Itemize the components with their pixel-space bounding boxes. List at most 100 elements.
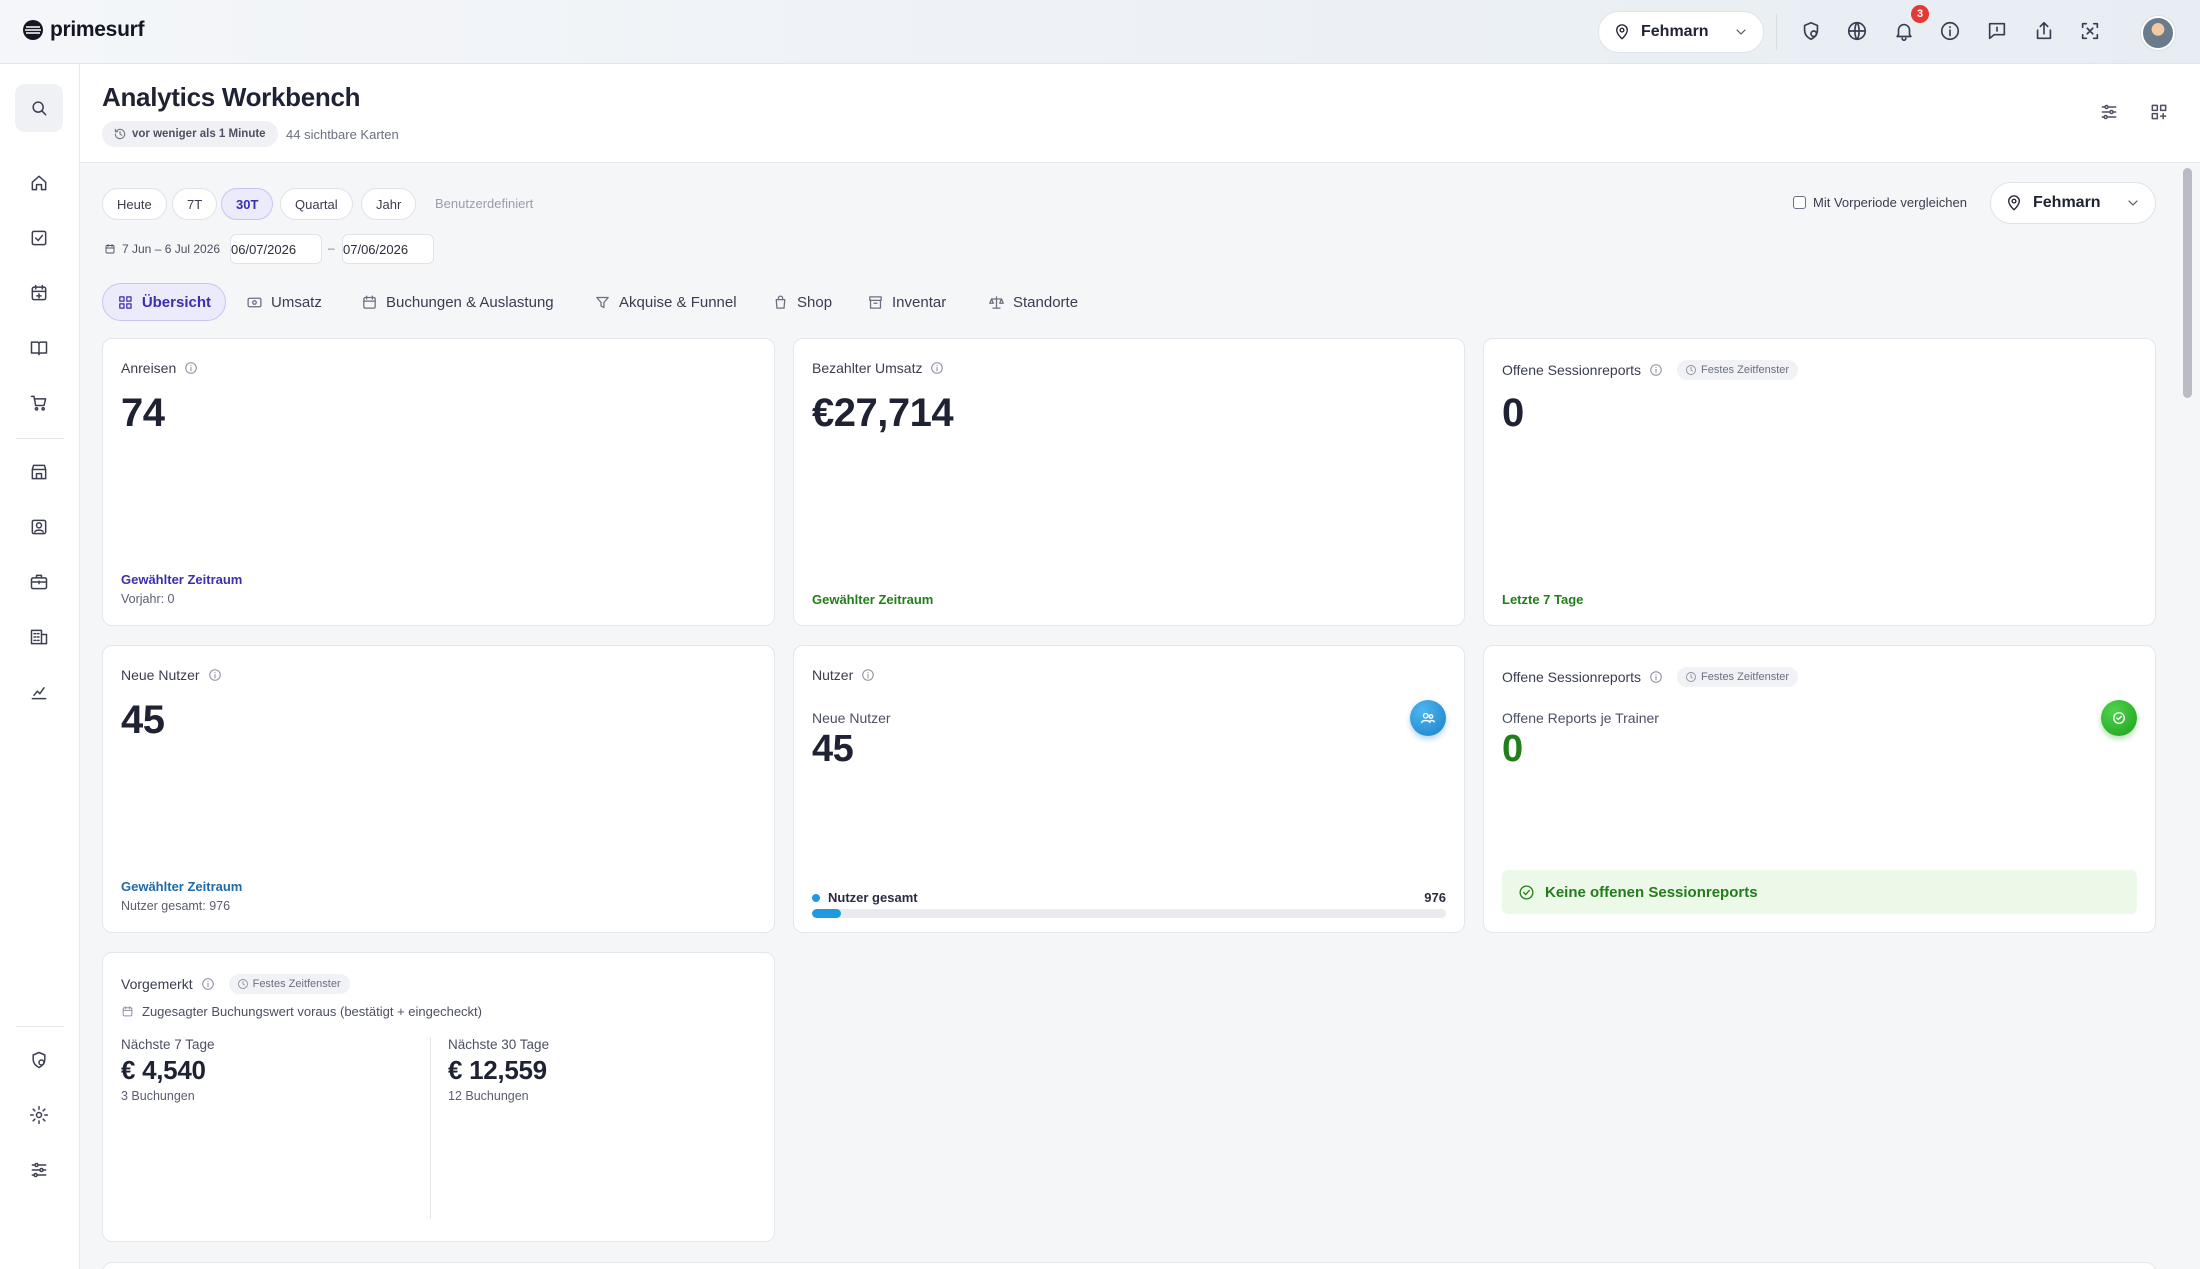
card-total-users: Nutzer gesamt: 976: [121, 899, 231, 913]
date-to-input[interactable]: [342, 234, 434, 264]
fixed-window-chip: Festes Zeitfenster: [228, 974, 350, 994]
check-circle-icon: [2101, 700, 2137, 736]
card-period: Gewählter Zeitraum: [812, 592, 934, 607]
calendar-icon: [105, 244, 115, 254]
clock-icon: [1686, 672, 1696, 682]
reserved-card[interactable]: Vorgemerkt Festes Zeitfenster Zugesagter…: [102, 952, 775, 1242]
tab-label: Akquise & Funnel: [619, 293, 737, 311]
card-description-text: Zugesagter Buchungswert voraus (bestätig…: [142, 1004, 482, 1019]
card-title: Neue Nutzer: [121, 667, 222, 683]
sliders-icon[interactable]: [20, 1151, 58, 1189]
info-icon[interactable]: [184, 361, 198, 375]
users-icon: [1410, 700, 1446, 736]
location-select[interactable]: Fehmarn: [1990, 182, 2156, 224]
book-icon[interactable]: [20, 329, 58, 367]
open-reports-per-trainer-card[interactable]: Offene Sessionreports Festes Zeitfenster…: [1483, 645, 2156, 933]
card-comparison: Vorjahr: 0: [121, 592, 175, 606]
tab-acquisition[interactable]: Akquise & Funnel: [594, 283, 737, 321]
card-title-text: Neue Nutzer: [121, 667, 200, 683]
card-value: €27,714: [812, 391, 954, 435]
new-users-card[interactable]: Neue Nutzer 45 Gewählter Zeitraum Nutzer…: [102, 645, 775, 933]
range-30d-button[interactable]: 30T: [221, 188, 274, 220]
next-7-days-column: Nächste 7 Tage € 4,540 3 Buchungen: [121, 1037, 215, 1103]
bag-icon: [775, 295, 786, 309]
last-updated-chip: vor weniger als 1 Minute: [102, 121, 278, 147]
info-icon[interactable]: [861, 668, 875, 682]
info-icon[interactable]: [1649, 670, 1663, 684]
range-year-button[interactable]: Jahr: [361, 188, 417, 220]
tab-overview[interactable]: Übersicht: [102, 283, 226, 321]
progress-track: [812, 909, 1446, 918]
card-period: Letzte 7 Tage: [1502, 592, 1584, 607]
info-icon[interactable]: [208, 668, 222, 682]
progress-fill: [812, 909, 842, 918]
history-icon: [113, 127, 127, 141]
tab-inventory[interactable]: Inventar: [867, 283, 946, 321]
card-title: Offene Sessionreports Festes Zeitfenster: [1502, 667, 1799, 687]
info-icon[interactable]: [1649, 363, 1663, 377]
location-switcher[interactable]: Fehmarn: [1598, 11, 1764, 53]
tab-label: Umsatz: [271, 293, 322, 311]
gear-icon[interactable]: [20, 1096, 58, 1134]
add-widget-icon[interactable]: [2149, 102, 2171, 124]
compare-checkbox[interactable]: [1793, 196, 1806, 209]
date-from-input[interactable]: [230, 234, 322, 264]
date-range-summary: 7 Jun – 6 Jul 2026: [104, 242, 220, 256]
last-updated-text: vor weniger als 1 Minute: [132, 128, 266, 140]
info-icon[interactable]: [930, 361, 944, 375]
range-today-button[interactable]: Heute: [102, 188, 167, 220]
clock-icon: [1686, 365, 1696, 375]
logo-icon: [23, 20, 43, 40]
card-value: 45: [812, 728, 854, 770]
tab-locations[interactable]: Standorte: [988, 283, 1078, 321]
tab-label: Buchungen & Auslastung: [386, 293, 554, 311]
calendar-add-icon[interactable]: [20, 274, 58, 312]
card-metric-label: Neue Nutzer: [812, 710, 891, 726]
share-icon[interactable]: [2033, 20, 2057, 44]
filter-settings-icon[interactable]: [2099, 102, 2121, 124]
contact-card-icon[interactable]: [20, 508, 58, 546]
grid-icon: [119, 295, 132, 309]
open-sessionreports-card[interactable]: Offene Sessionreports Festes Zeitfenster…: [1483, 338, 2156, 626]
cart-icon[interactable]: [20, 384, 58, 422]
page-header: Analytics Workbench vor weniger als 1 Mi…: [80, 64, 2200, 163]
range-quarter-button[interactable]: Quartal: [280, 188, 353, 220]
card-title-text: Offene Sessionreports: [1502, 669, 1642, 685]
column-count: 3 Buchungen: [121, 1089, 195, 1103]
paid-revenue-card[interactable]: Bezahlter Umsatz €27,714 Gewählter Zeitr…: [793, 338, 1465, 626]
next-30-days-column: Nächste 30 Tage € 12,559 12 Buchungen: [448, 1037, 549, 1103]
chart-icon[interactable]: [20, 673, 58, 711]
user-avatar[interactable]: [2141, 16, 2175, 50]
shield-settings-icon[interactable]: [20, 1041, 58, 1079]
fullscreen-icon[interactable]: [2079, 20, 2103, 44]
arrivals-card[interactable]: Anreisen 74 Gewählter Zeitraum Vorjahr: …: [102, 338, 775, 626]
tab-bookings[interactable]: Buchungen & Auslastung: [361, 283, 554, 321]
range-7d-button[interactable]: 7T: [172, 188, 218, 220]
range-custom-button[interactable]: Benutzerdefiniert: [435, 196, 533, 211]
progress-label: Nutzer gesamt: [812, 890, 918, 905]
home-icon[interactable]: [20, 164, 58, 202]
calendar-icon: [363, 294, 376, 309]
briefcase-icon[interactable]: [20, 563, 58, 601]
chat-icon[interactable]: [1986, 20, 2010, 44]
info-icon[interactable]: [201, 977, 215, 991]
security-icon[interactable]: [1800, 20, 1824, 44]
building-icon[interactable]: [20, 618, 58, 656]
bell-icon[interactable]: [1893, 20, 1917, 44]
tab-shop[interactable]: Shop: [772, 283, 832, 321]
globe-icon[interactable]: [1846, 20, 1870, 44]
column-label: Nächste 30 Tage: [448, 1037, 550, 1052]
tab-revenue[interactable]: Umsatz: [246, 283, 322, 321]
compare-toggle[interactable]: Mit Vorperiode vergleichen: [1793, 195, 1967, 210]
scrollbar[interactable]: [2180, 166, 2194, 1269]
scale-icon: [989, 295, 1004, 309]
users-card[interactable]: Nutzer Neue Nutzer 45 Nutzer gesamt 976: [793, 645, 1465, 933]
chip-text: Festes Zeitfenster: [1701, 364, 1790, 376]
info-icon[interactable]: [1939, 20, 1963, 44]
scrollbar-thumb[interactable]: [2183, 168, 2192, 398]
sidebar-search-icon[interactable]: [15, 84, 63, 132]
app-logo[interactable]: primesurf: [22, 18, 144, 42]
cash-icon: [247, 297, 262, 307]
store-icon[interactable]: [20, 453, 58, 491]
checklist-icon[interactable]: [20, 219, 58, 257]
